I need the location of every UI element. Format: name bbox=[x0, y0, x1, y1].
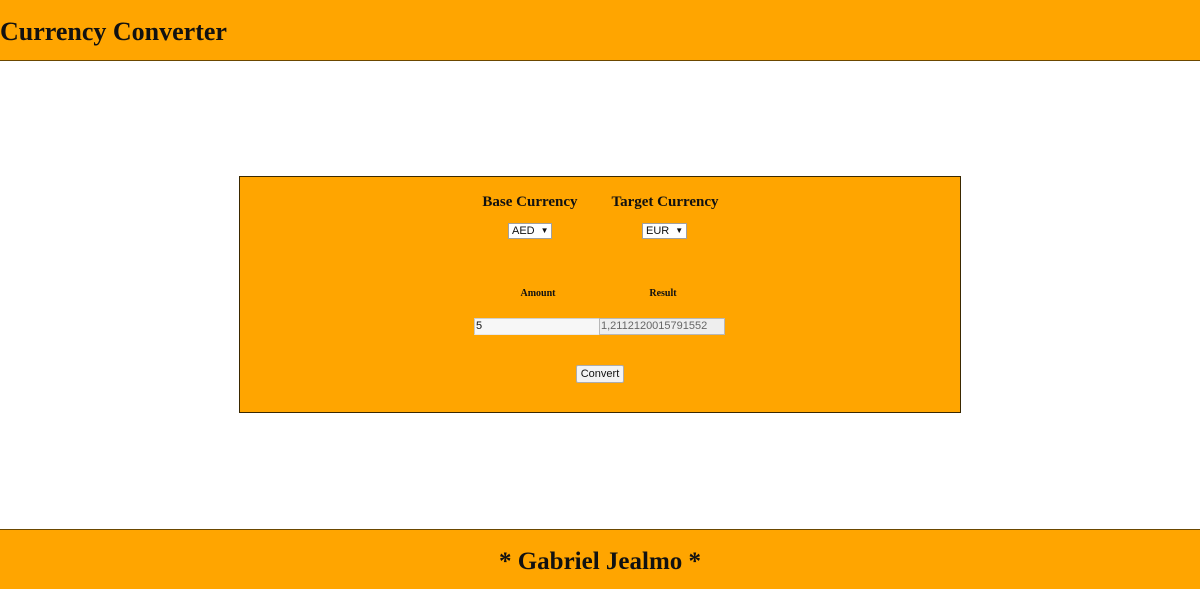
convert-button[interactable]: Convert bbox=[576, 365, 624, 383]
page-title: Currency Converter bbox=[0, 17, 227, 46]
result-field: 1,2112120015791552 bbox=[599, 318, 725, 335]
chevron-down-icon: ▼ bbox=[675, 226, 684, 235]
header-bar: Currency Converter bbox=[0, 0, 1200, 61]
base-currency-label: Base Currency bbox=[482, 194, 578, 210]
target-currency-value: EUR bbox=[646, 225, 670, 237]
amount-input[interactable]: 5 bbox=[474, 318, 600, 335]
footer-credit: * Gabriel Jealmo * bbox=[498, 548, 702, 575]
result-label: Result bbox=[649, 288, 677, 299]
base-currency-select[interactable]: AED ▼ bbox=[508, 223, 552, 239]
target-currency-label: Target Currency bbox=[611, 194, 719, 210]
converter-panel: Base Currency Target Currency AED ▼ EUR ▼ … bbox=[239, 176, 961, 413]
amount-label: Amount bbox=[520, 288, 556, 299]
base-currency-value: AED bbox=[512, 225, 535, 237]
target-currency-select[interactable]: EUR ▼ bbox=[642, 223, 687, 239]
footer-bar: * Gabriel Jealmo * bbox=[0, 529, 1200, 589]
chevron-down-icon: ▼ bbox=[540, 226, 549, 235]
